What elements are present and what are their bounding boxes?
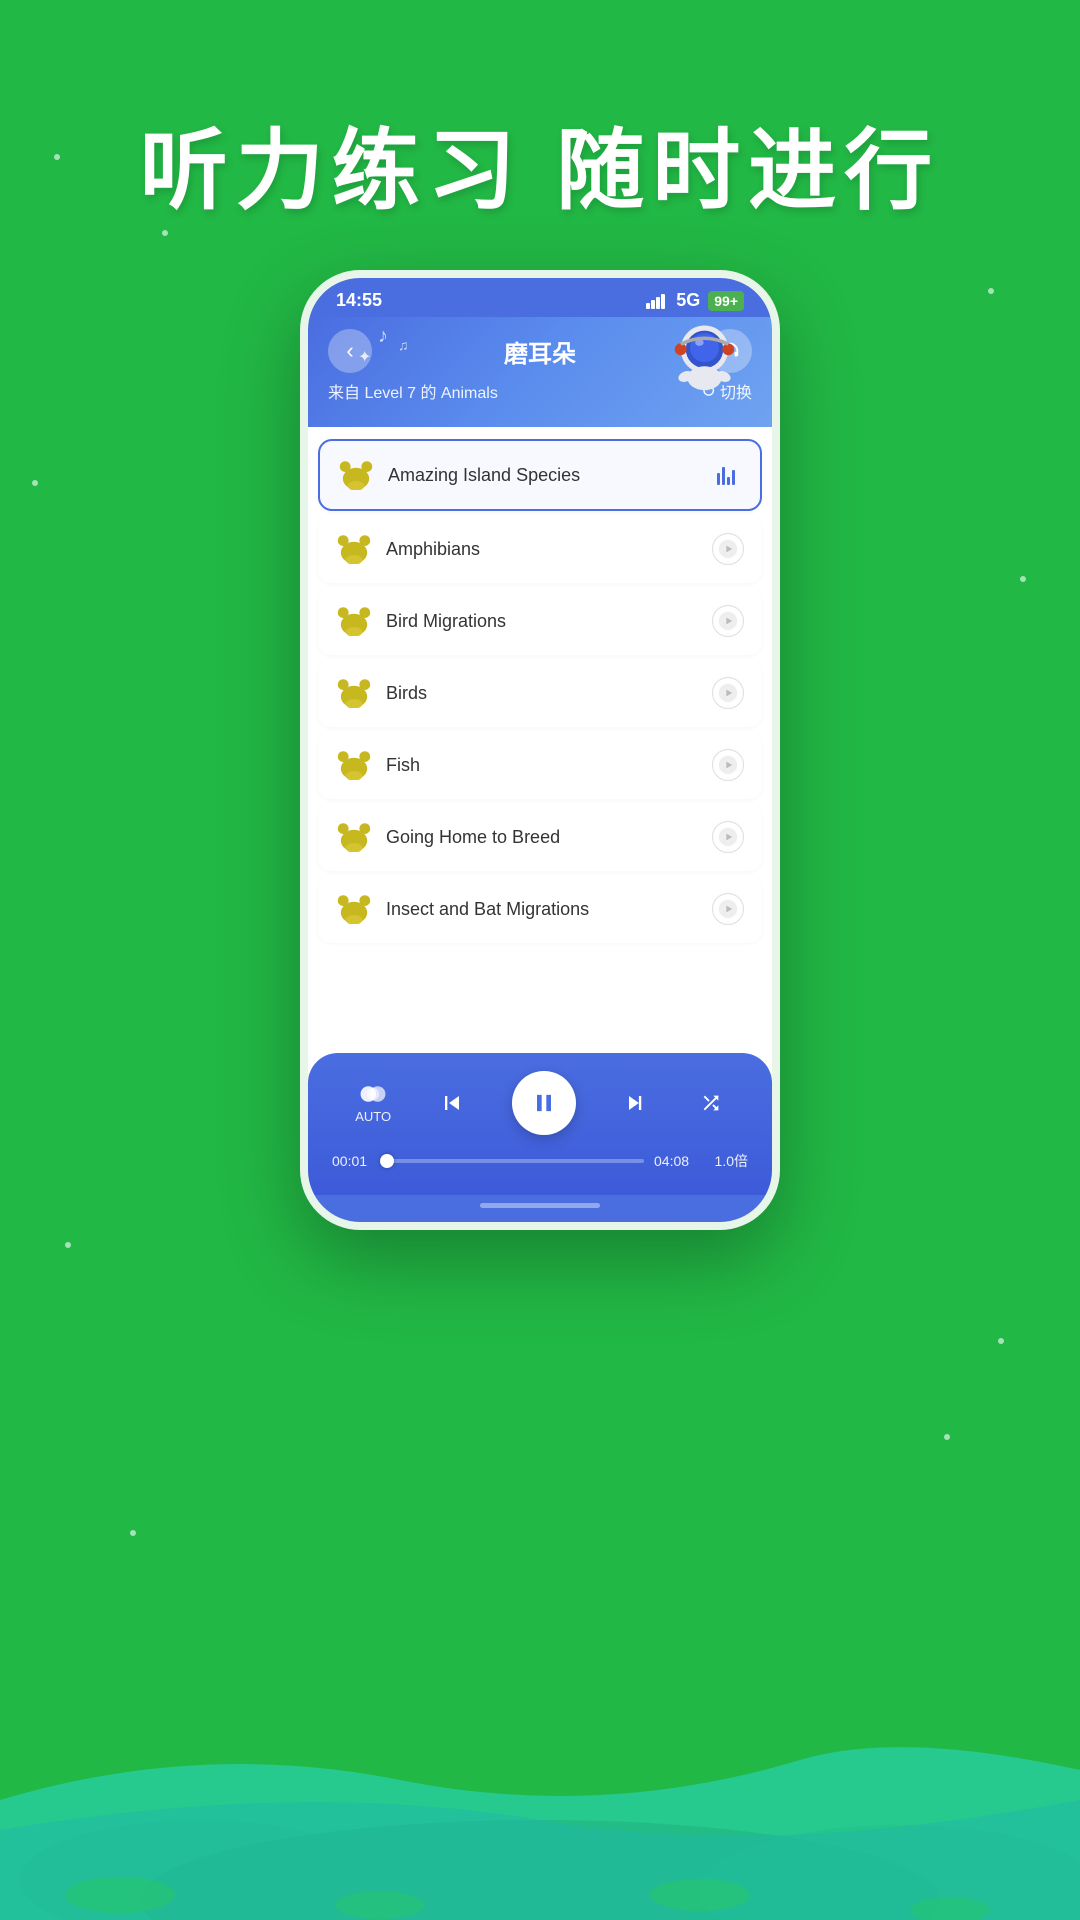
track-name-3: Bird Migrations bbox=[386, 611, 698, 632]
track-bear-icon bbox=[338, 457, 374, 493]
play-button-2[interactable] bbox=[712, 533, 744, 565]
music-note-icon-2: ♫ bbox=[398, 337, 409, 353]
track-bear-icon bbox=[336, 891, 372, 927]
track-name-2: Amphibians bbox=[386, 539, 698, 560]
speed-label[interactable]: 1.0倍 bbox=[708, 1151, 748, 1171]
shuffle-button[interactable] bbox=[697, 1092, 725, 1114]
auto-button[interactable]: AUTO bbox=[355, 1083, 391, 1124]
play-icon bbox=[718, 611, 738, 631]
play-icon bbox=[718, 755, 738, 775]
time-display: 14:55 bbox=[336, 290, 382, 311]
track-name-1: Amazing Island Species bbox=[388, 465, 696, 486]
subtitle-label: 来自 Level 7 的 Animals bbox=[328, 379, 498, 403]
track-item[interactable]: Bird Migrations bbox=[318, 587, 762, 655]
bear-svg bbox=[336, 894, 372, 924]
track-bear-icon bbox=[336, 747, 372, 783]
play-button-4[interactable] bbox=[712, 677, 744, 709]
track-name-4: Birds bbox=[386, 683, 698, 704]
track-item[interactable]: Fish bbox=[318, 731, 762, 799]
bear-svg bbox=[336, 606, 372, 636]
status-bar: 14:55 5G 99+ bbox=[308, 278, 772, 317]
playing-indicator bbox=[710, 459, 742, 491]
play-icon bbox=[718, 899, 738, 919]
sparkle-icon: ✦ bbox=[358, 347, 371, 367]
play-button-6[interactable] bbox=[712, 821, 744, 853]
track-name-7: Insect and Bat Migrations bbox=[386, 899, 698, 920]
app-header: ♪ ♫ ✦ ‹ 磨耳朵 来自 Level 7 的 Animals ↻ 切换 bbox=[308, 317, 772, 427]
player-controls: AUTO bbox=[332, 1071, 748, 1135]
battery-badge: 99+ bbox=[708, 291, 744, 311]
page-title: 听力练习 随时进行 bbox=[0, 100, 1080, 227]
next-icon bbox=[622, 1089, 650, 1117]
play-icon bbox=[718, 683, 738, 703]
track-list: Amazing Island Species bbox=[308, 427, 772, 1073]
network-label: 5G bbox=[676, 290, 700, 311]
pause-button[interactable] bbox=[512, 1071, 576, 1135]
phone-mockup: 14:55 5G 99+ ♪ ♫ ✦ ‹ 磨耳朵 bbox=[300, 270, 780, 1230]
music-note-icon: ♪ bbox=[378, 325, 388, 348]
prev-icon bbox=[438, 1089, 466, 1117]
progress-thumb bbox=[380, 1154, 394, 1168]
bear-svg bbox=[336, 534, 372, 564]
shuffle-icon bbox=[697, 1092, 725, 1114]
track-bear-icon bbox=[336, 603, 372, 639]
track-item[interactable]: Going Home to Breed bbox=[318, 803, 762, 871]
track-item[interactable]: Birds bbox=[318, 659, 762, 727]
play-button-7[interactable] bbox=[712, 893, 744, 925]
signal-icon bbox=[646, 293, 668, 309]
home-indicator bbox=[308, 1195, 772, 1222]
bear-svg bbox=[336, 678, 372, 708]
app-title-label: 磨耳朵 bbox=[504, 334, 576, 369]
home-bar bbox=[480, 1203, 600, 1208]
player-section: AUTO bbox=[308, 1053, 772, 1195]
track-name-6: Going Home to Breed bbox=[386, 827, 698, 848]
track-item[interactable]: Insect and Bat Migrations bbox=[318, 875, 762, 943]
progress-area: 00:01 04:08 1.0倍 bbox=[332, 1151, 748, 1171]
play-icon bbox=[718, 539, 738, 559]
track-bear-icon bbox=[336, 675, 372, 711]
progress-bar[interactable] bbox=[386, 1159, 644, 1163]
progress-fill bbox=[386, 1159, 387, 1163]
play-button-3[interactable] bbox=[712, 605, 744, 637]
pause-icon bbox=[530, 1089, 558, 1117]
auto-icon bbox=[359, 1083, 387, 1105]
current-time: 00:01 bbox=[332, 1153, 376, 1169]
bear-svg bbox=[336, 822, 372, 852]
track-item[interactable]: Amphibians bbox=[318, 515, 762, 583]
auto-label: AUTO bbox=[355, 1109, 391, 1124]
astronaut-icon bbox=[662, 317, 747, 402]
astronaut-decoration bbox=[662, 317, 762, 407]
play-icon bbox=[718, 827, 738, 847]
play-button-5[interactable] bbox=[712, 749, 744, 781]
track-item[interactable]: Amazing Island Species bbox=[318, 439, 762, 511]
track-bear-icon bbox=[336, 531, 372, 567]
bear-svg bbox=[338, 460, 374, 490]
track-bear-icon bbox=[336, 819, 372, 855]
total-time: 04:08 bbox=[654, 1153, 698, 1169]
track-name-5: Fish bbox=[386, 755, 698, 776]
bear-svg bbox=[336, 750, 372, 780]
next-button[interactable] bbox=[622, 1089, 650, 1117]
prev-button[interactable] bbox=[438, 1089, 466, 1117]
